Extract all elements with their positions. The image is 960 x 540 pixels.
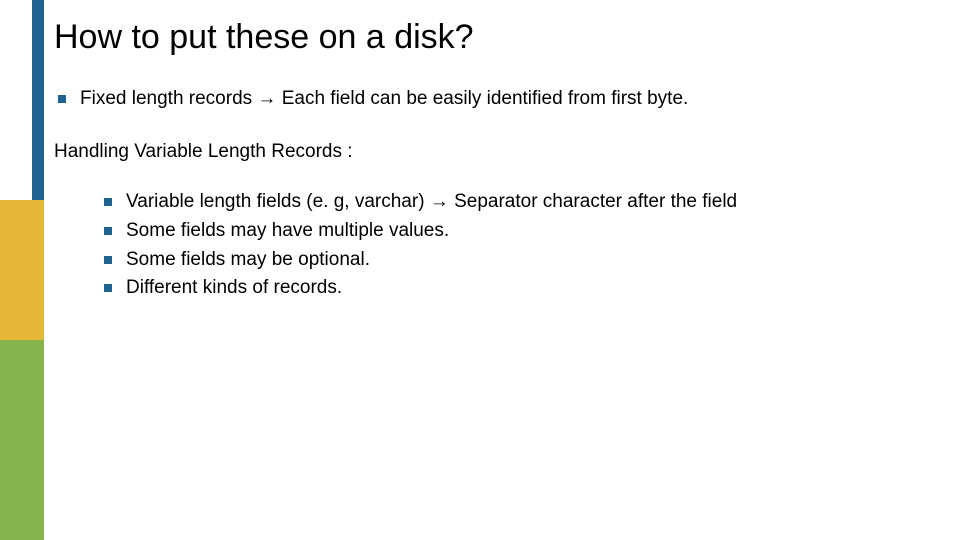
main-bullet-list: Fixed length records → Each field can be…	[54, 87, 940, 112]
sub-bullet-item: Different kinds of records.	[102, 276, 940, 301]
bullet-text: Some fields may have multiple values.	[126, 220, 449, 241]
sub-bullet-item: Some fields may be optional.	[102, 248, 940, 273]
accent-bar-green	[0, 340, 44, 540]
bullet-text: Fixed length records → Each field can be…	[80, 88, 688, 109]
bullet-text: Some fields may be optional.	[126, 249, 370, 270]
slide-content: How to put these on a disk? Fixed length…	[54, 18, 940, 305]
bullet-text: Variable length fields (e. g, varchar) →…	[126, 191, 737, 212]
sub-bullet-item: Variable length fields (e. g, varchar) →…	[102, 190, 940, 215]
slide-title: How to put these on a disk?	[54, 18, 940, 57]
slide-body: Fixed length records → Each field can be…	[54, 87, 940, 301]
accent-bar-dark	[32, 0, 44, 200]
main-bullet-item: Fixed length records → Each field can be…	[54, 87, 940, 112]
sub-bullet-item: Some fields may have multiple values.	[102, 219, 940, 244]
accent-bar-gold	[0, 200, 44, 340]
subheading: Handling Variable Length Records :	[54, 140, 940, 165]
sub-bullet-list: Variable length fields (e. g, varchar) →…	[54, 190, 940, 301]
bullet-text: Different kinds of records.	[126, 277, 342, 298]
